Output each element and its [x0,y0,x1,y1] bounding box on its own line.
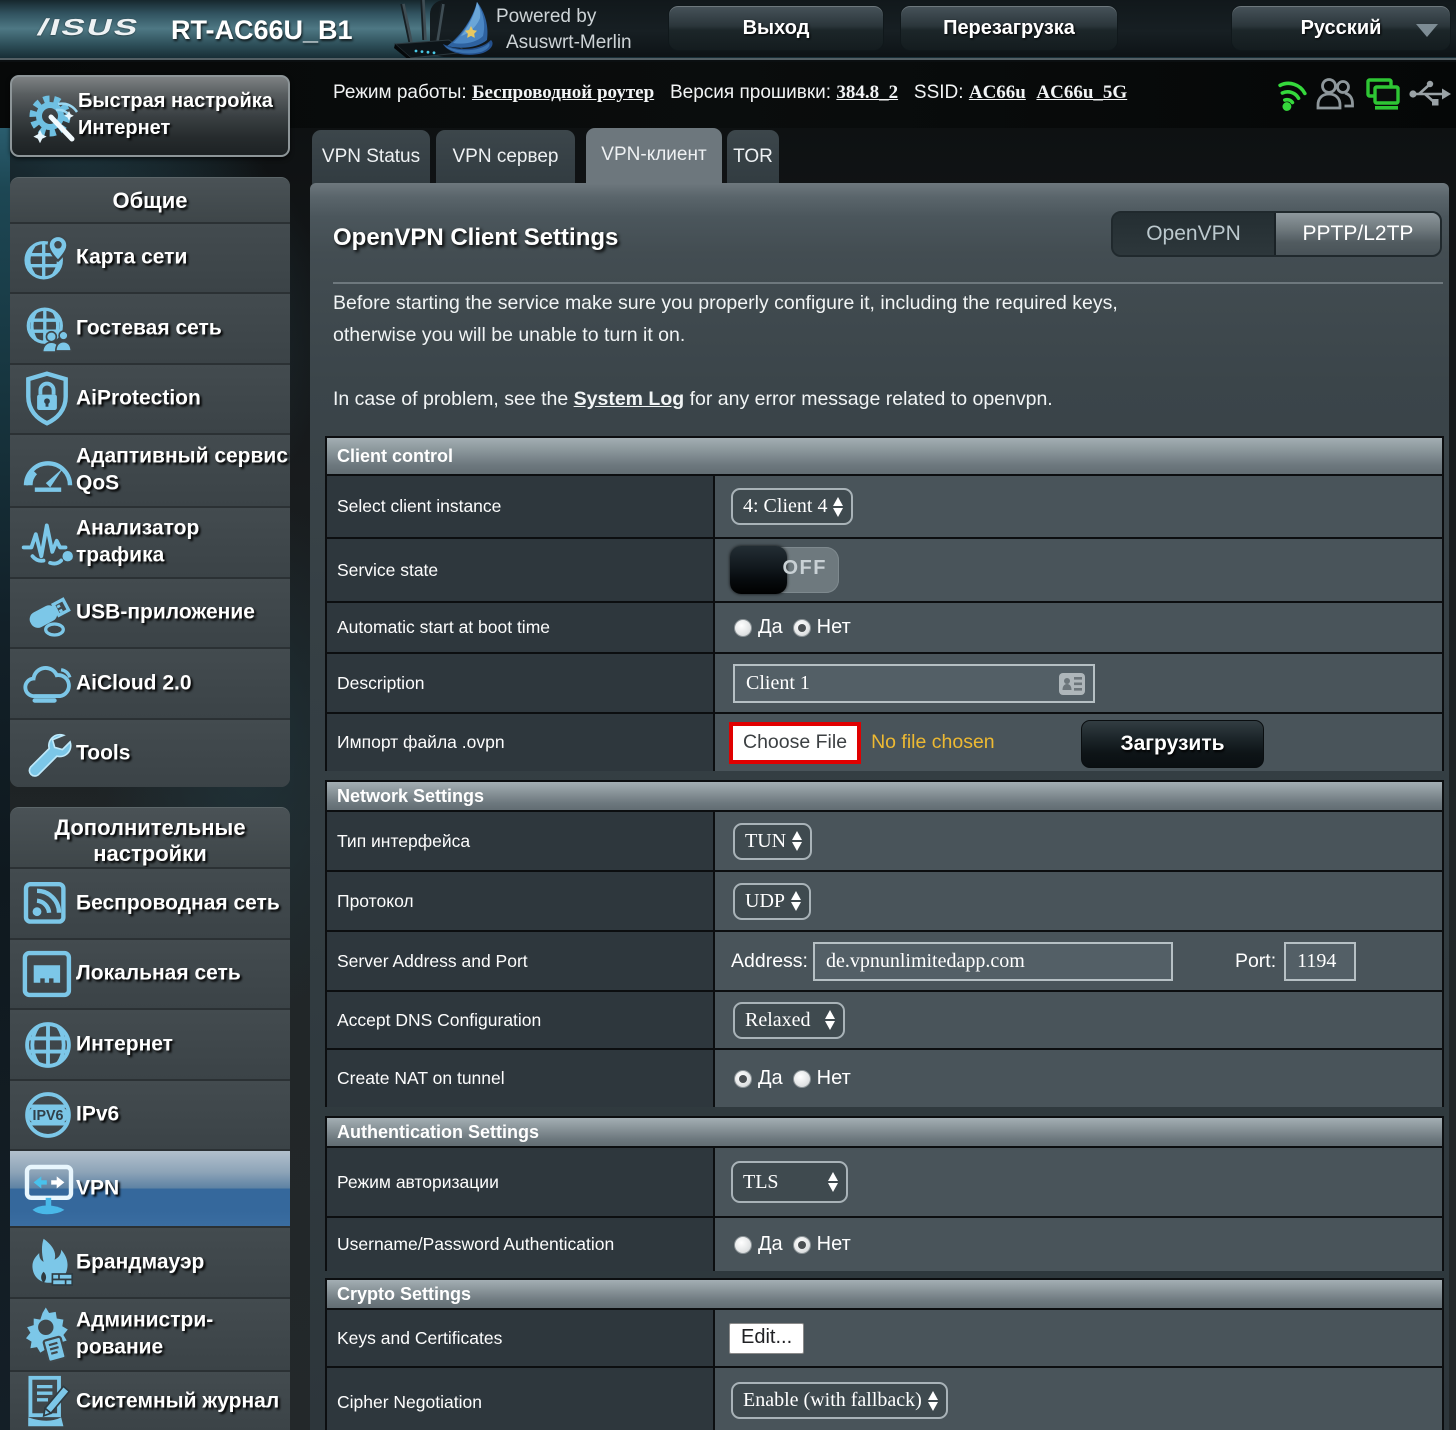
svg-text:IPV6: IPV6 [33,1108,64,1124]
